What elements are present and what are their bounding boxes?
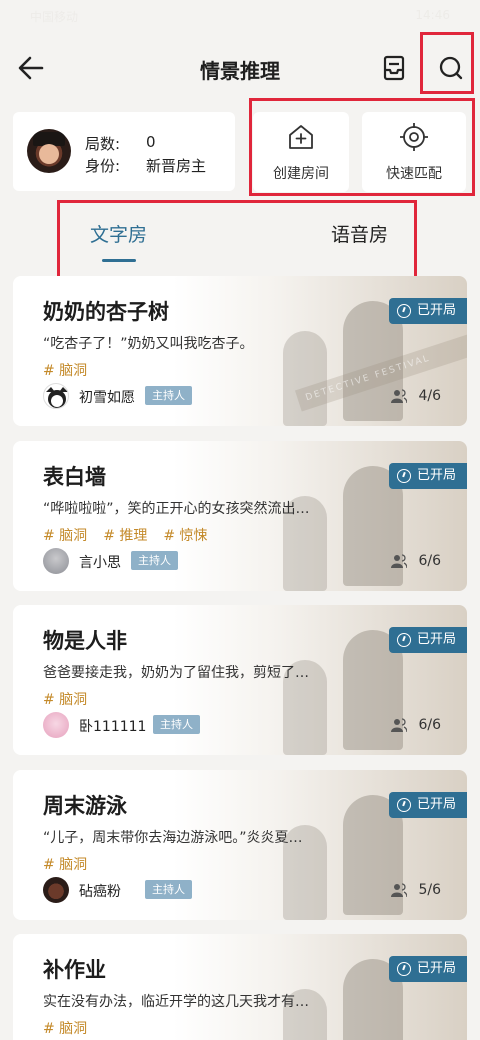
room-description: “哗啦啦啦”，笑的正开心的女孩突然流出… [43,501,310,517]
tag: # 脑洞 [43,692,88,708]
identity-value: 新晋房主 [146,157,207,175]
status-badge: 已开局 [389,463,467,489]
clock-text: 14:46 [415,8,450,22]
quick-match-label: 快速匹配 [386,166,442,182]
tag: # 脑洞 [43,857,88,873]
tag: # 脑洞 [43,363,88,379]
host-name: 卧111111 [79,719,147,735]
clock-icon [397,962,411,976]
clock-icon [397,633,411,647]
quick-match-button[interactable]: 快速匹配 [362,112,466,192]
create-room-button[interactable]: 创建房间 [253,112,349,192]
room-description: “吃杏子了！”奶奶又叫我吃杏子。 [43,336,254,352]
person-icon [391,554,407,568]
host-avatar [43,548,69,574]
room-title: 表白墙 [43,465,106,489]
host-avatar [43,383,69,409]
room-description: “儿子，周末带你去海边游泳吧。”炎炎夏… [43,830,303,846]
room-card[interactable]: 周末游泳 “儿子，周末带你去海边游泳吧。”炎炎夏… # 脑洞 砧癌粉 主持人 已… [13,770,467,920]
player-count: 6/6 [418,553,441,569]
target-icon [400,123,428,151]
room-title: 周末游泳 [43,794,127,818]
host-badge: 主持人 [131,551,178,570]
room-card[interactable]: 补作业 实在没有办法，临近开学的这几天我才有… # 脑洞 已开局 [13,934,467,1040]
create-room-label: 创建房间 [273,166,329,182]
status-badge: 已开局 [389,792,467,818]
rounds-label: 局数: [85,135,121,153]
tab-text-room[interactable]: 文字房 [90,220,147,247]
room-title: 奶奶的杏子树 [43,300,169,324]
room-title: 补作业 [43,958,106,982]
player-count: 4/6 [418,388,441,404]
tag: # 脑洞 [43,1021,88,1037]
host-avatar [43,712,69,738]
identity-label: 身份: [85,157,121,175]
room-description: 实在没有办法，临近开学的这几天我才有… [43,994,309,1010]
host-badge: 主持人 [145,880,192,899]
host-avatar [43,877,69,903]
clock-icon [397,304,411,318]
person-icon [391,389,407,403]
room-tabs: 文字房 语音房 [0,202,480,274]
host-badge: 主持人 [153,715,200,734]
status-badge: 已开局 [389,627,467,653]
room-tags: # 脑洞 [43,1018,103,1038]
inbox-icon[interactable] [378,52,410,84]
back-arrow-icon[interactable] [14,52,50,84]
status-badge: 已开局 [389,956,467,982]
room-card[interactable]: DETECTIVE FESTIVAL 奶奶的杏子树 “吃杏子了！”奶奶又叫我吃杏… [13,276,467,426]
room-card[interactable]: 表白墙 “哗啦啦啦”，笑的正开心的女孩突然流出… # 脑洞 # 推理 # 惊悚 言小… [13,441,467,591]
room-tags: # 脑洞 [43,854,103,874]
search-icon[interactable] [433,50,469,86]
clock-icon [397,798,411,812]
home-plus-icon [289,125,313,149]
active-tab-underline [102,259,136,262]
status-badge: 已开局 [389,298,467,324]
room-title: 物是人非 [43,629,127,653]
player-count: 6/6 [418,717,441,733]
tag: # 推理 [103,528,148,544]
profile-card: 局数: 0 身份: 新晋房主 [13,112,235,191]
room-card[interactable]: 物是人非 爸爸要接走我，奶奶为了留住我，剪短了… # 脑洞 卧111111 主持… [13,605,467,755]
rounds-value: 0 [146,133,156,151]
host-name: 言小思 [79,555,121,571]
person-icon [391,883,407,897]
room-tags: # 脑洞 # 推理 # 惊悚 [43,525,224,545]
avatar[interactable] [27,129,71,173]
room-tags: # 脑洞 [43,689,103,709]
person-icon [391,718,407,732]
status-bar: 中国移动 14:46 [0,0,480,36]
player-count: 5/6 [418,882,441,898]
clock-icon [397,469,411,483]
top-bar: 情景推理 [0,36,480,100]
host-name: 砧癌粉 [79,884,121,900]
room-description: 爸爸要接走我，奶奶为了留住我，剪短了… [43,665,309,681]
tag: # 惊悚 [163,528,208,544]
tab-voice-room[interactable]: 语音房 [331,220,388,247]
room-tags: # 脑洞 [43,360,103,380]
tag: # 脑洞 [43,528,88,544]
carrier-text: 中国移动 [30,10,79,24]
host-name: 初雪如愿 [79,390,135,406]
host-badge: 主持人 [145,386,192,405]
